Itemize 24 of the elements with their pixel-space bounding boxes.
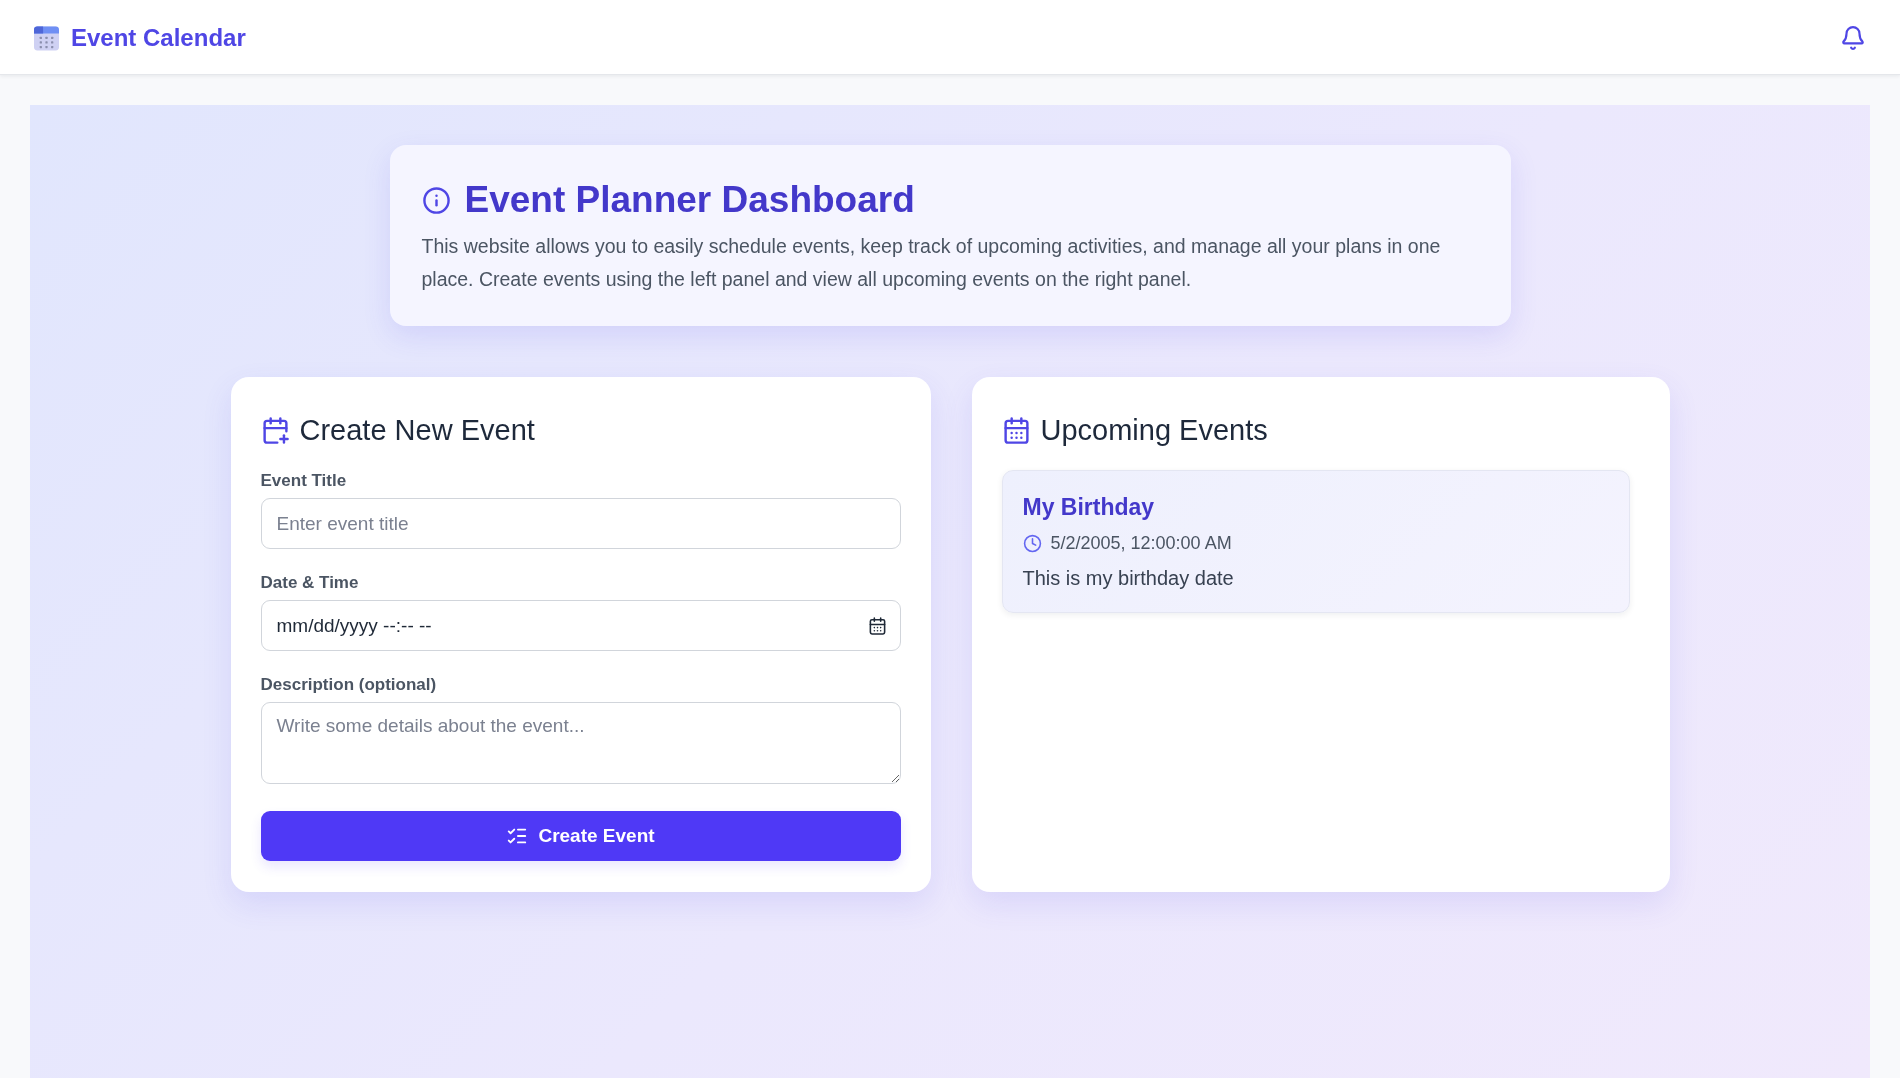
card-title: Create New Event [299,413,535,448]
intro-text: This website allows you to easily schedule events, keep track of upcoming activities, and manage all your plans in one place. Create events using the left panel and view all upcoming events on the right panel. [421,234,1442,292]
card-title: Upcoming Events [1040,413,1268,448]
event-title-input[interactable]: Enter event title [260,498,901,549]
clock-icon [1022,533,1042,553]
page-title: Event Planner Dashboard [464,178,915,222]
calendar-plus-icon [260,415,290,445]
description-textarea[interactable]: Write some details about the event... [260,702,901,784]
info-icon [421,185,451,215]
calendar-icon [34,25,59,51]
event-title: My Birthday [1022,493,1156,521]
create-event-button[interactable]: Create Event [260,811,901,861]
app-title: Event Calendar [71,24,246,52]
calendar-icon [1001,415,1031,445]
date-time-input[interactable]: mm/dd/yyyy --:-- -- [260,600,901,651]
event-card[interactable]: My Birthday 5/2/2005, 12:00:00 AM This is my birthday date [1001,470,1630,613]
bell-icon [1840,25,1866,51]
notifications-button[interactable] [1840,25,1866,51]
event-description: This is my birthday date [1022,566,1235,591]
calendar-icon[interactable] [867,616,887,635]
field-label: Event Title [260,470,348,491]
field-label: Description (optional) [260,674,438,695]
field-label: Date & Time [260,572,360,593]
event-datetime: 5/2/2005, 12:00:00 AM [1050,532,1232,555]
